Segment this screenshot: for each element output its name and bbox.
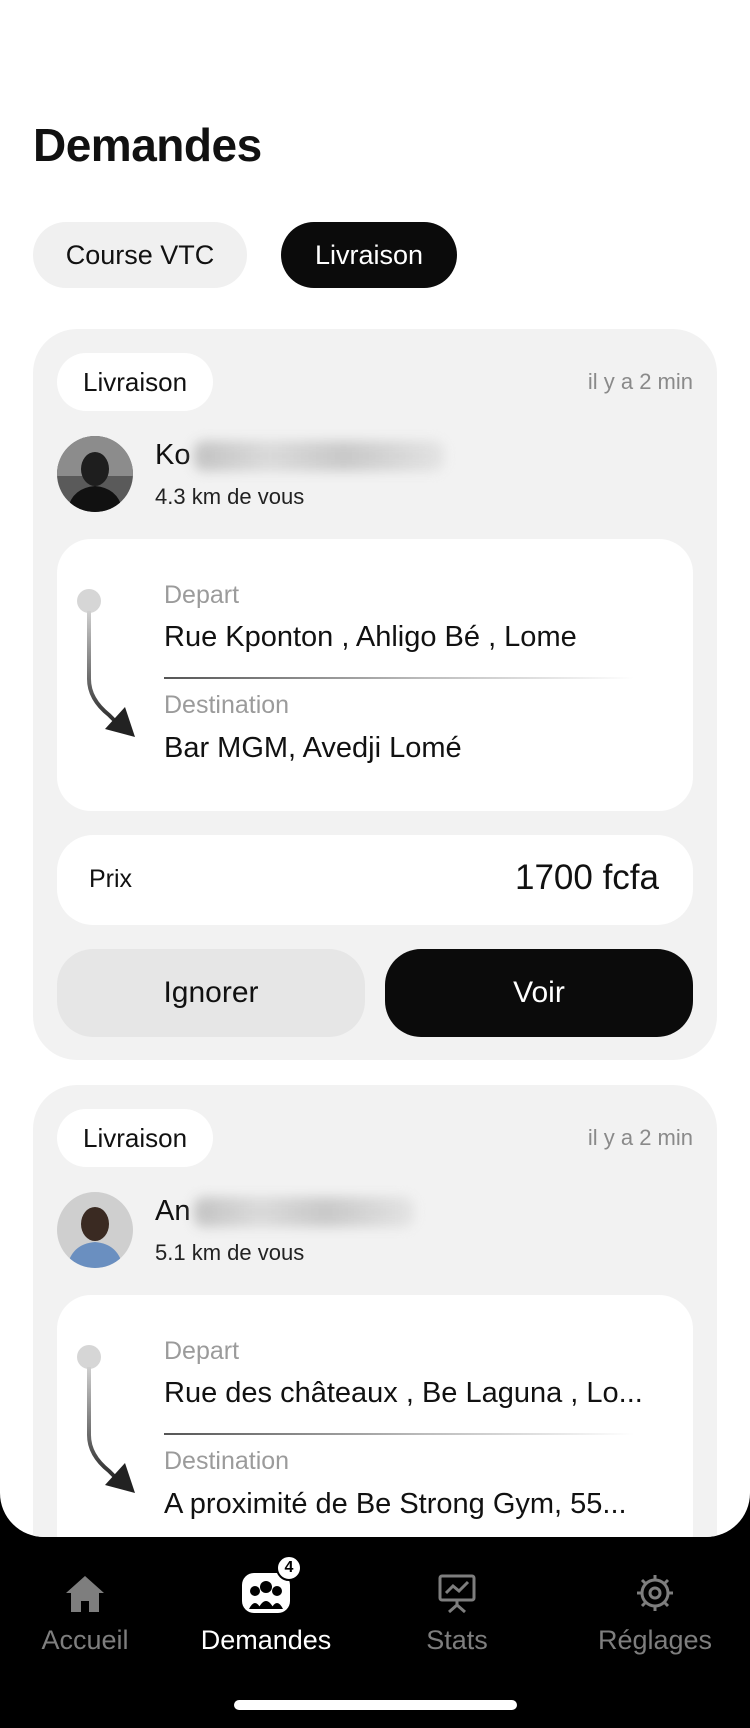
redacted-name bbox=[194, 1196, 415, 1227]
depart-address: Rue des châteaux , Be Laguna , Lo... bbox=[164, 1377, 643, 1409]
request-time: il y a 2 min bbox=[587, 1125, 693, 1150]
request-type-badge: Livraison bbox=[57, 353, 214, 411]
tab-course-vtc[interactable]: Course VTC bbox=[33, 222, 247, 288]
requester-name: An bbox=[155, 1195, 415, 1228]
avatar bbox=[57, 436, 133, 512]
depart-label: Depart bbox=[164, 581, 240, 609]
requester-name-text: An bbox=[155, 1195, 191, 1227]
tab-stats[interactable]: Stats bbox=[372, 1561, 542, 1656]
group-icon: 4 bbox=[240, 1555, 302, 1615]
requester-distance: 5.1 km de vous bbox=[155, 1240, 305, 1265]
tab-demandes[interactable]: 4 Demandes bbox=[181, 1555, 351, 1656]
requester-distance: 4.3 km de vous bbox=[155, 484, 305, 509]
depart-address: Rue Kponton , Ahligo Bé , Lome bbox=[164, 621, 577, 653]
tab-label: Accueil bbox=[41, 1625, 129, 1655]
redacted-name bbox=[194, 440, 445, 471]
page-title: Demandes bbox=[33, 119, 262, 171]
price-value: 1700 fcfa bbox=[515, 858, 659, 897]
avatar bbox=[57, 1192, 133, 1268]
tab-label: Stats bbox=[426, 1625, 488, 1655]
destination-label: Destination bbox=[164, 1447, 290, 1475]
route-path-icon bbox=[77, 589, 135, 737]
route-path-icon bbox=[77, 1345, 135, 1493]
request-time: il y a 2 min bbox=[587, 369, 693, 394]
home-icon bbox=[63, 1561, 107, 1615]
route-divider bbox=[164, 1433, 634, 1435]
ignore-button[interactable]: Ignorer bbox=[57, 949, 365, 1037]
tab-reglages[interactable]: Réglages bbox=[570, 1561, 740, 1656]
depart-label: Depart bbox=[164, 1337, 240, 1365]
route-box: Depart Rue des châteaux , Be Laguna , Lo… bbox=[57, 1295, 693, 1537]
tab-label: Réglages bbox=[597, 1625, 713, 1655]
screen: Demandes Course VTC Livraison Livraison … bbox=[0, 0, 750, 1537]
requester-name: Ko bbox=[155, 439, 445, 472]
tab-accueil[interactable]: Accueil bbox=[0, 1561, 170, 1656]
destination-address: A proximité de Be Strong Gym, 55... bbox=[164, 1488, 627, 1520]
destination-label: Destination bbox=[164, 691, 290, 719]
view-button[interactable]: Voir bbox=[385, 949, 693, 1037]
gear-icon bbox=[633, 1561, 677, 1615]
request-card[interactable]: Livraison il y a 2 min Ko 4.3 km de vous bbox=[33, 329, 717, 1060]
tab-label: Demandes bbox=[200, 1625, 332, 1655]
notification-badge: 4 bbox=[276, 1555, 302, 1581]
price-label: Prix bbox=[89, 865, 133, 893]
request-card[interactable]: Livraison il y a 2 min An 5.1 km de vous bbox=[33, 1085, 717, 1537]
requester-name-text: Ko bbox=[155, 439, 191, 471]
home-indicator[interactable] bbox=[234, 1700, 517, 1710]
tab-livraison[interactable]: Livraison bbox=[281, 222, 457, 288]
route-divider bbox=[164, 677, 634, 679]
chart-board-icon bbox=[435, 1561, 479, 1615]
request-type-badge: Livraison bbox=[57, 1109, 214, 1167]
price-box: Prix 1700 fcfa bbox=[57, 835, 693, 925]
route-box: Depart Rue Kponton , Ahligo Bé , Lome De… bbox=[57, 539, 693, 811]
destination-address: Bar MGM, Avedji Lomé bbox=[164, 732, 462, 764]
